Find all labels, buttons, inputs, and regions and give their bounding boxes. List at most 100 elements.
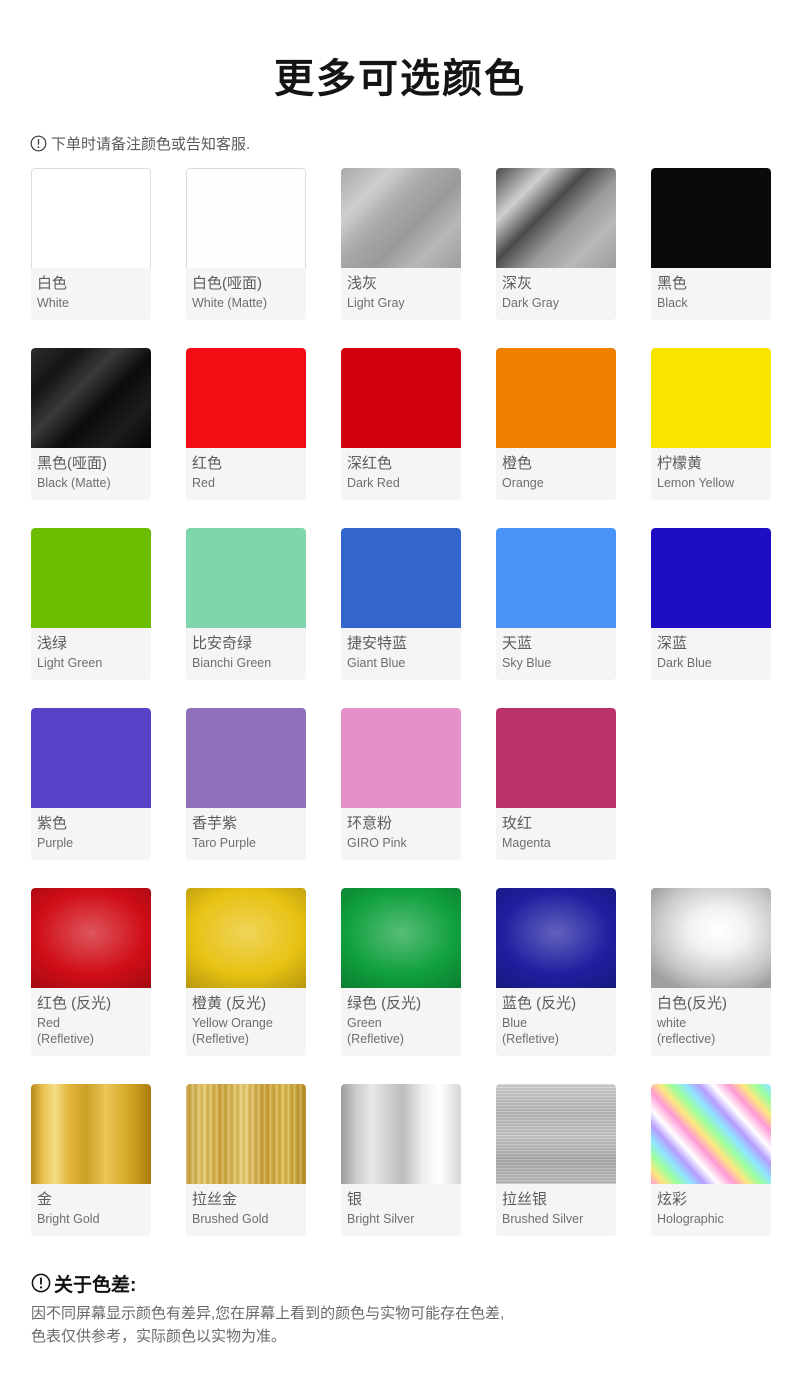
color-name-cn: 红色 (反光) (37, 994, 112, 1012)
swatch-card[interactable]: 玫红 Magenta (496, 707, 616, 860)
color-chip[interactable] (186, 347, 306, 448)
swatch-card[interactable]: 白色(反光) white (reflective) (651, 887, 771, 1056)
swatch-card[interactable]: 紫色 Purple (31, 707, 151, 860)
color-name-cn: 柠檬黄 (657, 454, 703, 472)
color-name-en: Bright Gold (37, 1212, 100, 1227)
color-chip[interactable] (496, 347, 616, 448)
color-label: 柠檬黄 Lemon Yellow (651, 447, 771, 500)
swatch-card[interactable]: 橙黄 (反光) Yellow Orange (Refletive) (186, 887, 306, 1056)
color-name-cn: 天蓝 (502, 634, 533, 652)
color-chip[interactable] (186, 887, 306, 988)
color-chip[interactable] (341, 887, 461, 988)
swatch-card[interactable]: 红色 Red (186, 347, 306, 500)
color-chip[interactable] (341, 1083, 461, 1184)
color-label: 天蓝 Sky Blue (496, 627, 616, 680)
swatch-card[interactable]: 白色 White (31, 167, 151, 320)
color-name-en: Black (Matte) (37, 476, 111, 491)
color-name-en: Purple (37, 836, 74, 851)
color-chip[interactable] (31, 887, 151, 988)
color-chip[interactable] (31, 1083, 151, 1184)
color-chip[interactable] (186, 707, 306, 808)
color-name-cn: 浅绿 (37, 634, 68, 652)
color-chip[interactable] (651, 527, 771, 628)
swatch-card[interactable]: 深红色 Dark Red (341, 347, 461, 500)
color-chip[interactable] (496, 1083, 616, 1184)
color-chip[interactable] (341, 527, 461, 628)
color-chip[interactable] (496, 167, 616, 268)
color-name-en: Red (192, 476, 215, 491)
color-label: 深灰 Dark Gray (496, 267, 616, 320)
color-chip[interactable] (31, 167, 151, 268)
color-name-cn: 白色(哑面) (192, 274, 262, 292)
swatch-card[interactable]: 比安奇绿 Bianchi Green (186, 527, 306, 680)
color-chip[interactable] (496, 707, 616, 808)
color-name-en: Light Gray (347, 296, 405, 311)
color-name-en: Dark Blue (657, 656, 712, 671)
order-notice: 下单时请备注颜色或告知客服. (30, 133, 800, 154)
color-swatch-grid: 白色 White 白色(哑面) White (Matte) 浅灰 Light Gray 深灰… (31, 167, 771, 1264)
swatch-card[interactable]: 拉丝金 Brushed Gold (186, 1083, 306, 1236)
color-chip[interactable] (31, 707, 151, 808)
color-chip[interactable] (341, 167, 461, 268)
swatch-card[interactable]: 捷安特蓝 Giant Blue (341, 527, 461, 680)
color-label: 银 Bright Silver (341, 1183, 461, 1236)
swatch-card[interactable]: 蓝色 (反光) Blue (Refletive) (496, 887, 616, 1056)
color-name-en: Holographic (657, 1212, 724, 1227)
color-chip[interactable] (186, 1083, 306, 1184)
swatch-card[interactable]: 炫彩 Holographic (651, 1083, 771, 1236)
color-name-cn: 绿色 (反光) (347, 994, 422, 1012)
color-label: 香芋紫 Taro Purple (186, 807, 306, 860)
color-name-cn: 银 (347, 1190, 363, 1208)
color-chip[interactable] (651, 167, 771, 268)
color-chip[interactable] (651, 347, 771, 448)
swatch-card[interactable]: 浅绿 Light Green (31, 527, 151, 680)
color-label: 蓝色 (反光) Blue (Refletive) (496, 987, 616, 1056)
swatch-card[interactable]: 黑色(哑面) Black (Matte) (31, 347, 151, 500)
color-chip[interactable] (341, 707, 461, 808)
color-chip[interactable] (31, 527, 151, 628)
color-name-cn: 橙色 (502, 454, 533, 472)
color-name-en: Lemon Yellow (657, 476, 735, 491)
swatch-card[interactable]: 红色 (反光) Red (Refletive) (31, 887, 151, 1056)
color-name-en: Light Green (37, 656, 103, 671)
color-name-en: Yellow Orange (Refletive) (192, 1016, 273, 1047)
color-label: 橙色 Orange (496, 447, 616, 500)
color-label: 深蓝 Dark Blue (651, 627, 771, 680)
color-chip[interactable] (186, 527, 306, 628)
swatch-card[interactable]: 天蓝 Sky Blue (496, 527, 616, 680)
color-name-cn: 环意粉 (347, 814, 393, 832)
color-difference-note: 关于色差: 因不同屏幕显示颜色有差异,您在屏幕上看到的颜色与实物可能存在色差, … (31, 1270, 771, 1349)
swatch-card[interactable]: 白色(哑面) White (Matte) (186, 167, 306, 320)
color-label: 拉丝金 Brushed Gold (186, 1183, 306, 1236)
color-label: 橙黄 (反光) Yellow Orange (Refletive) (186, 987, 306, 1056)
swatch-card[interactable]: 金 Bright Gold (31, 1083, 151, 1236)
swatch-card[interactable]: 深蓝 Dark Blue (651, 527, 771, 680)
swatch-card[interactable]: 浅灰 Light Gray (341, 167, 461, 320)
swatch-card[interactable]: 绿色 (反光) Green (Refletive) (341, 887, 461, 1056)
color-chip[interactable] (31, 347, 151, 448)
swatch-card[interactable]: 银 Bright Silver (341, 1083, 461, 1236)
color-name-en: White (Matte) (192, 296, 268, 311)
color-chip[interactable] (651, 1083, 771, 1184)
color-name-en: Bright Silver (347, 1212, 415, 1227)
color-name-cn: 红色 (192, 454, 223, 472)
swatch-card[interactable]: 黑色 Black (651, 167, 771, 320)
color-name-cn: 紫色 (37, 814, 68, 832)
swatch-card[interactable]: 拉丝银 Brushed Silver (496, 1083, 616, 1236)
color-chip[interactable] (496, 887, 616, 988)
color-chip[interactable] (341, 347, 461, 448)
swatch-card[interactable]: 深灰 Dark Gray (496, 167, 616, 320)
color-label: 玫红 Magenta (496, 807, 616, 860)
swatch-card[interactable]: 环意粉 GIRO Pink (341, 707, 461, 860)
color-name-en: Blue (Refletive) (502, 1016, 559, 1047)
color-chip[interactable] (186, 167, 306, 268)
swatch-card[interactable]: 柠檬黄 Lemon Yellow (651, 347, 771, 500)
color-name-cn: 白色 (37, 274, 68, 292)
swatch-card[interactable]: 香芋紫 Taro Purple (186, 707, 306, 860)
color-label: 绿色 (反光) Green (Refletive) (341, 987, 461, 1056)
color-chip[interactable] (496, 527, 616, 628)
color-chip[interactable] (651, 887, 771, 988)
swatch-card[interactable]: 橙色 Orange (496, 347, 616, 500)
page-title: 更多可选颜色 (274, 56, 526, 101)
color-name-en: Taro Purple (192, 836, 256, 851)
